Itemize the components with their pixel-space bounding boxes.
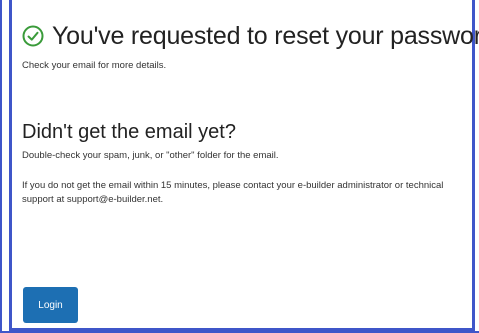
help-contact-text: If you do not get the email within 15 mi… bbox=[22, 180, 444, 205]
window-edge bbox=[0, 0, 2, 333]
headline: You've requested to reset your password bbox=[22, 16, 479, 56]
help-heading: Didn't get the email yet? bbox=[22, 121, 236, 143]
panel-content: You've requested to reset your password … bbox=[22, 0, 479, 207]
page: You've requested to reset your password … bbox=[0, 0, 479, 333]
page-title: You've requested to reset your password bbox=[52, 21, 479, 50]
page-subtitle: Check your email for more details. bbox=[22, 60, 167, 71]
check-circle-icon bbox=[22, 25, 44, 47]
reset-confirmation-panel: You've requested to reset your password … bbox=[9, 0, 479, 331]
login-button[interactable]: Login bbox=[23, 287, 78, 323]
help-tip: Double-check your spam, junk, or "other"… bbox=[22, 150, 279, 161]
